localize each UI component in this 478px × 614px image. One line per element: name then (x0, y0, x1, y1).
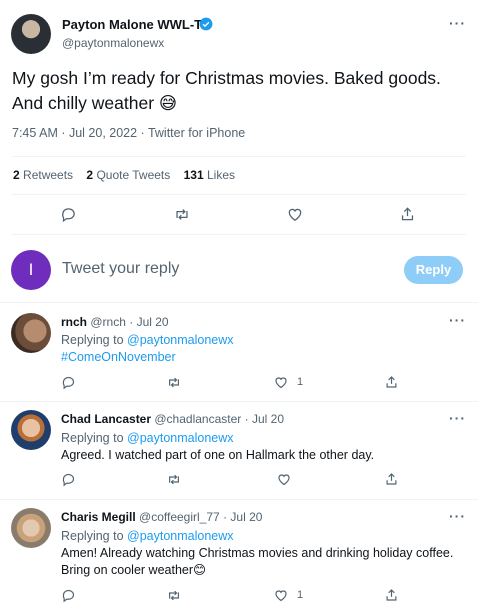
more-options-icon[interactable]: ··· (449, 410, 466, 426)
retweets-count: 2 (13, 168, 20, 182)
retweet-icon[interactable] (166, 588, 182, 603)
author-avatar[interactable] (11, 14, 51, 54)
reply-text-line-1: Amen! Already watching Christmas movies … (61, 546, 454, 560)
reply-header: Chad Lancaster @chadlancaster · Jul 20 (61, 412, 284, 426)
like-icon[interactable] (273, 375, 289, 390)
separator: · (223, 510, 228, 524)
more-options-icon[interactable]: ··· (449, 312, 466, 328)
reply-avatar[interactable] (11, 410, 51, 450)
quotes-count: 2 (86, 168, 94, 182)
reply-author-name[interactable]: Chad Lancaster (61, 412, 151, 426)
reply-date[interactable]: Jul 20 (230, 510, 262, 524)
replying-to-prefix: Replying to (61, 529, 124, 543)
replying-to: Replying to @paytonmalonewx (61, 332, 234, 349)
reply-input[interactable]: Tweet your reply (62, 260, 382, 278)
likes-count: 131 (183, 168, 204, 182)
verified-badge-icon (199, 17, 213, 31)
reply-author-handle[interactable]: @coffeegirl_77 (139, 510, 220, 524)
reply-text-line-2: Bring on cooler weather😊 (61, 563, 207, 577)
replying-to: Replying to @paytonmalonewx (61, 430, 234, 447)
divider (0, 499, 478, 500)
retweets-label: Retweets (23, 168, 74, 182)
likes-stat[interactable]: 131 Likes (184, 168, 235, 182)
replying-to: Replying to @paytonmalonewx (61, 528, 234, 545)
share-icon[interactable] (399, 205, 416, 223)
divider (12, 194, 466, 195)
more-options-icon[interactable]: ··· (449, 508, 466, 524)
reply-icon[interactable] (61, 588, 76, 603)
reply-icon[interactable] (61, 472, 76, 487)
share-icon[interactable] (384, 587, 399, 603)
tweet-thread: Payton Malone WWL-TV @paytonmalonewx ···… (0, 0, 478, 614)
author-name[interactable]: Payton Malone WWL-TV (62, 17, 211, 32)
like-count: 1 (297, 589, 304, 601)
reply-text[interactable]: #ComeOnNovember (61, 349, 176, 366)
replying-to-handle[interactable]: @paytonmalonewx (127, 529, 234, 543)
like-count: 1 (297, 376, 304, 388)
more-options-icon[interactable]: ··· (449, 15, 466, 31)
separator: · (244, 412, 249, 426)
likes-label: Likes (206, 168, 235, 182)
share-icon[interactable] (384, 374, 399, 390)
divider (12, 156, 466, 157)
composer-avatar-letter: I (28, 260, 34, 279)
divider (0, 401, 478, 402)
reply-avatar[interactable] (11, 508, 51, 548)
stats-row: 2 Retweets 2 Quote Tweets 131 Likes (13, 168, 235, 182)
retweet-icon[interactable] (166, 472, 182, 487)
share-icon[interactable] (384, 471, 399, 487)
like-icon[interactable] (286, 206, 304, 223)
divider (0, 302, 478, 303)
reply-date[interactable]: Jul 20 (252, 412, 284, 426)
replying-to-handle[interactable]: @paytonmalonewx (127, 431, 234, 445)
reply-avatar[interactable] (11, 313, 51, 353)
replying-to-prefix: Replying to (61, 333, 124, 347)
sweat-smile-emoji: 😅 (158, 93, 178, 113)
tweet-meta[interactable]: 7:45 AM · Jul 20, 2022 · Twitter for iPh… (12, 126, 245, 140)
retweet-icon[interactable] (166, 375, 182, 390)
reply-author-name[interactable]: Charis Megill (61, 510, 136, 524)
author-handle[interactable]: @paytonmalonewx (62, 36, 164, 50)
replying-to-prefix: Replying to (61, 431, 124, 445)
retweets-stat[interactable]: 2 Retweets (13, 168, 76, 182)
reply-author-handle[interactable]: @chadlancaster (154, 412, 241, 426)
reply-icon[interactable] (60, 206, 77, 223)
reply-icon[interactable] (61, 375, 76, 390)
reply-text: Agreed. I watched part of one on Hallmar… (61, 448, 375, 462)
quotes-label: Quote Tweets (96, 168, 171, 182)
reply-header: Charis Megill @coffeegirl_77 · Jul 20 (61, 510, 262, 524)
tweet-text: My gosh I’m ready for Christmas movies. … (12, 66, 472, 116)
like-icon[interactable] (273, 588, 289, 603)
replying-to-handle[interactable]: @paytonmalonewx (127, 333, 234, 347)
composer-avatar: I (11, 250, 51, 290)
retweet-icon[interactable] (173, 206, 191, 223)
like-icon[interactable] (276, 472, 292, 487)
reply-author-handle[interactable]: @rnch (90, 315, 126, 329)
divider (12, 234, 466, 235)
reply-author-name[interactable]: rnch (61, 315, 87, 329)
reply-button[interactable]: Reply (404, 256, 463, 284)
separator: · (129, 315, 134, 329)
tweet-text-content: My gosh I’m ready for Christmas movies. … (12, 68, 441, 113)
reply-date[interactable]: Jul 20 (137, 315, 169, 329)
quotes-stat[interactable]: 2 Quote Tweets (86, 168, 173, 182)
reply-header: rnch @rnch · Jul 20 (61, 315, 169, 329)
